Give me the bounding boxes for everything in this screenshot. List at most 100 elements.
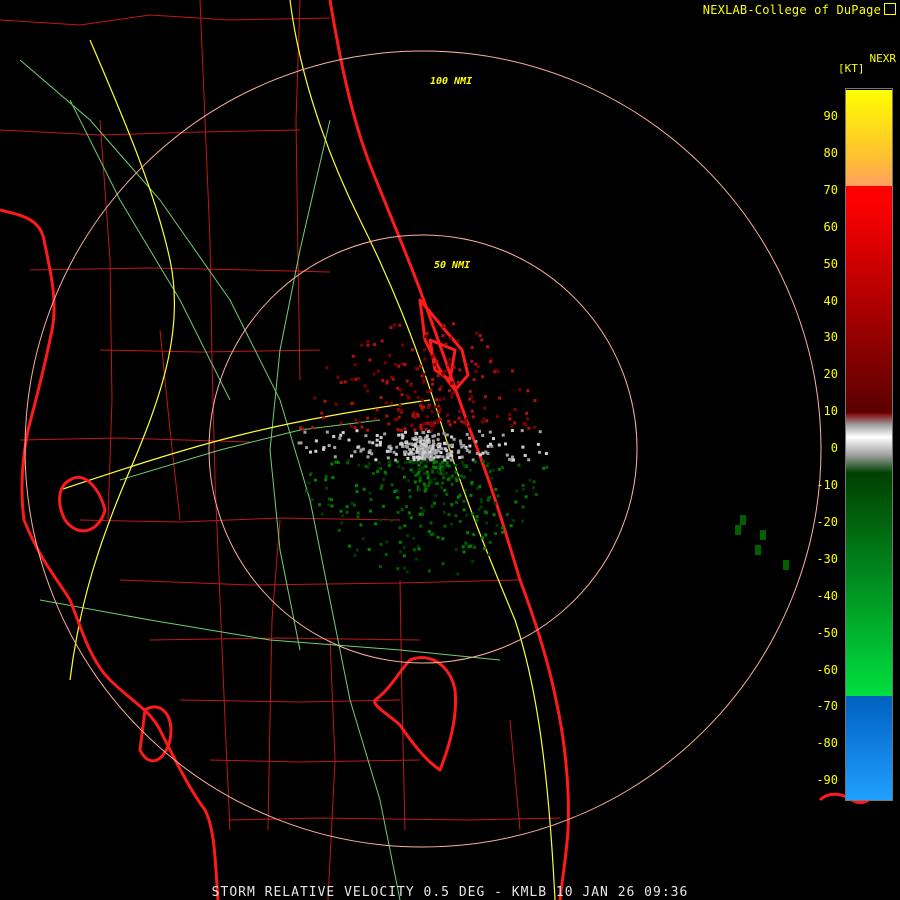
velocity-echo — [411, 461, 415, 465]
velocity-echo — [524, 423, 528, 427]
velocity-echo — [418, 479, 422, 483]
velocity-echo — [496, 370, 500, 373]
velocity-echo — [533, 399, 537, 402]
velocity-echo — [386, 456, 390, 460]
velocity-echo — [505, 453, 509, 457]
velocity-echo — [509, 524, 513, 528]
velocity-echo — [403, 363, 407, 366]
velocity-echo — [339, 509, 343, 513]
velocity-echo — [404, 461, 408, 464]
velocity-echo — [511, 369, 515, 373]
velocity-echo — [360, 425, 364, 429]
legend-swatch — [846, 90, 892, 186]
velocity-echo — [413, 390, 417, 394]
velocity-echo — [455, 501, 458, 505]
velocity-echo — [363, 384, 367, 388]
velocity-echo — [493, 501, 497, 505]
velocity-echo — [353, 553, 357, 557]
velocity-echo — [520, 429, 524, 433]
credit-label[interactable]: NEXLAB-College of DuPage — [703, 3, 896, 17]
velocity-echo — [488, 540, 492, 544]
velocity-echo — [538, 430, 542, 434]
velocity-echo — [350, 402, 354, 405]
velocity-echo — [406, 479, 410, 483]
velocity-echo — [350, 377, 354, 381]
velocity-echo — [366, 339, 370, 343]
velocity-echo — [372, 343, 376, 346]
velocity-echo — [441, 537, 445, 541]
velocity-echo — [375, 434, 379, 437]
velocity-echo — [478, 485, 482, 489]
velocity-echo — [404, 444, 408, 448]
legend-tick-label: 20 — [823, 367, 838, 382]
velocity-echo — [400, 442, 404, 446]
velocity-echo — [439, 472, 443, 475]
velocity-echo — [409, 516, 413, 520]
velocity-echo — [521, 487, 525, 491]
velocity-echo — [356, 515, 360, 519]
velocity-echo — [495, 524, 499, 528]
velocity-echo — [394, 458, 398, 462]
velocity-echo — [423, 357, 427, 361]
velocity-echo — [458, 456, 462, 459]
velocity-echo — [466, 531, 470, 535]
velocity-echo — [385, 414, 389, 418]
velocity-echo — [450, 482, 454, 486]
tampa-bay — [58, 476, 107, 533]
velocity-echo — [367, 440, 371, 444]
velocity-echo — [492, 437, 495, 441]
velocity-echo — [324, 478, 328, 482]
velocity-echo — [388, 449, 392, 453]
velocity-echo — [339, 381, 343, 384]
velocity-echo — [429, 458, 433, 462]
velocity-echo — [434, 494, 438, 498]
velocity-echo — [512, 458, 515, 462]
velocity-echo — [334, 402, 338, 406]
velocity-echo — [311, 425, 315, 429]
velocity-echo — [343, 380, 347, 384]
velocity-echo — [467, 545, 471, 549]
velocity-echo — [423, 484, 427, 488]
velocity-echo — [383, 432, 387, 436]
velocity-echo — [357, 463, 361, 467]
velocity-echo — [419, 440, 423, 444]
velocity-echo — [454, 470, 458, 474]
velocity-echo — [455, 479, 459, 482]
velocity-echo — [375, 443, 379, 447]
velocity-echo — [443, 447, 447, 451]
velocity-echo — [544, 452, 548, 455]
velocity-echo — [397, 433, 401, 437]
velocity-echo — [375, 438, 379, 442]
velocity-echo — [397, 409, 401, 413]
velocity-echo — [400, 393, 404, 397]
legend-tick-label: 30 — [823, 330, 838, 345]
velocity-echo — [429, 479, 433, 483]
velocity-echo — [429, 421, 433, 425]
velocity-echo — [403, 427, 407, 431]
velocity-echo — [378, 565, 382, 569]
velocity-echo — [465, 432, 469, 436]
velocity-echo — [435, 359, 439, 363]
velocity-echo — [439, 451, 443, 454]
velocity-echo — [362, 487, 366, 491]
velocity-echo — [441, 562, 445, 566]
velocity-echo — [524, 495, 528, 499]
velocity-echo — [381, 379, 385, 383]
velocity-echo — [405, 379, 409, 383]
velocity-echo — [413, 414, 417, 418]
velocity-echo — [310, 498, 314, 502]
velocity-echo — [419, 506, 423, 510]
velocity-echo — [479, 505, 483, 509]
velocity-echo — [450, 381, 454, 385]
velocity-echo — [433, 477, 437, 481]
velocity-echo — [510, 424, 514, 428]
velocity-echo — [379, 436, 383, 440]
velocity-echo — [345, 510, 349, 514]
velocity-echo — [449, 458, 453, 462]
velocity-echo — [523, 454, 527, 457]
velocity-echo — [472, 400, 475, 404]
velocity-echo — [356, 445, 360, 449]
legend-tick-label: -90 — [816, 773, 838, 788]
velocity-echo — [443, 458, 447, 462]
radar-map — [0, 0, 872, 900]
